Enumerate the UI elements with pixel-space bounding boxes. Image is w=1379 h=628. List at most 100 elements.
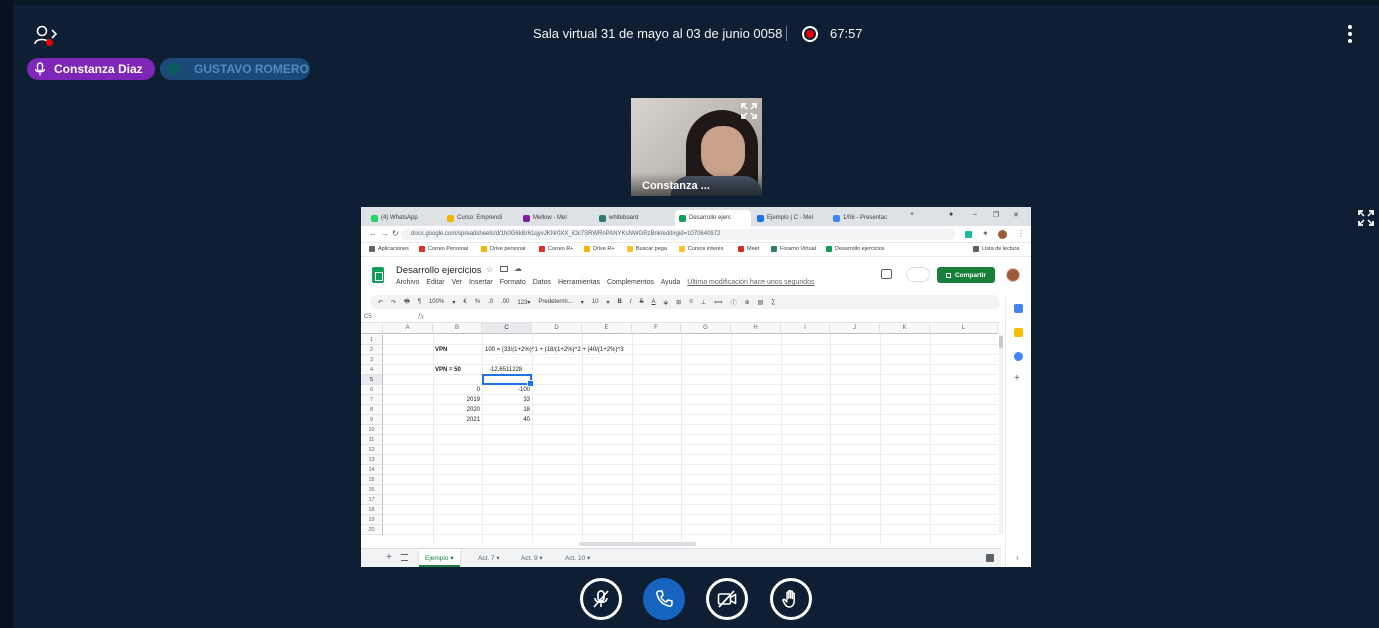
extension-icon[interactable]: [965, 231, 972, 238]
row-header[interactable]: 16: [361, 485, 383, 495]
font-dropdown-icon[interactable]: ▾: [581, 299, 584, 306]
sheet-tab-act7[interactable]: Act. 7 ▾: [478, 554, 500, 562]
row-header[interactable]: 17: [361, 495, 383, 505]
column-header[interactable]: G: [681, 323, 731, 334]
screenshare-view[interactable]: (4) WhatsApp Curso: Emprendi Mellow - Me…: [361, 207, 1031, 567]
row-header[interactable]: 6: [361, 385, 383, 395]
forward-icon[interactable]: →: [381, 229, 389, 238]
fill-color-icon[interactable]: ⬙: [664, 299, 669, 306]
horizontal-scrollbar[interactable]: [579, 542, 696, 546]
bookmark[interactable]: Correo R+: [539, 246, 574, 252]
wrap-icon[interactable]: ⟺: [714, 299, 723, 306]
browser-tab[interactable]: whiteboard: [595, 210, 673, 226]
text-color-button[interactable]: A: [652, 299, 656, 305]
cell-c9[interactable]: 40: [482, 415, 530, 425]
restore-icon[interactable]: ❐: [993, 211, 999, 219]
cell-b7[interactable]: 2019: [433, 395, 480, 405]
users-toggle-button[interactable]: [34, 25, 58, 46]
back-icon[interactable]: ←: [369, 229, 377, 238]
move-icon[interactable]: [500, 266, 508, 272]
column-header[interactable]: A: [383, 323, 433, 334]
zoom-dropdown-icon[interactable]: ▾: [452, 299, 455, 306]
account-avatar[interactable]: [1006, 268, 1020, 282]
browser-tab[interactable]: (4) WhatsApp: [367, 210, 437, 226]
tasks-icon[interactable]: [1014, 352, 1023, 361]
row-header[interactable]: 11: [361, 435, 383, 445]
spreadsheet-grid[interactable]: A B C D E F G H I J K L 1 2 3 4 5 6 7 8 …: [361, 323, 1001, 544]
row-header[interactable]: 20: [361, 525, 383, 535]
row-header[interactable]: 10: [361, 425, 383, 435]
menu-format[interactable]: Formato: [500, 279, 526, 286]
more-formats[interactable]: 123▾: [517, 299, 530, 306]
align-icon[interactable]: ≡: [689, 299, 693, 305]
browser-menu-icon[interactable]: ⋮: [1017, 229, 1025, 238]
font-size-dropdown-icon[interactable]: ▾: [606, 299, 609, 306]
sheet-tab-ejemplo[interactable]: Ejemplo ▾: [419, 549, 460, 567]
row-header[interactable]: 12: [361, 445, 383, 455]
row-header[interactable]: 9: [361, 415, 383, 425]
bookmark[interactable]: Desarrollo ejercicios: [826, 246, 885, 252]
menu-tools[interactable]: Herramientas: [558, 279, 600, 286]
select-all-corner[interactable]: [361, 323, 383, 334]
percent-format[interactable]: %: [475, 299, 480, 305]
row-header[interactable]: 7: [361, 395, 383, 405]
keep-icon[interactable]: [1014, 328, 1023, 337]
insert-link-icon[interactable]: ⊕: [745, 299, 750, 306]
column-header[interactable]: I: [781, 323, 830, 334]
column-header[interactable]: E: [582, 323, 632, 334]
undo-icon[interactable]: ↶: [378, 299, 383, 306]
sheet-tab-act9[interactable]: Act. 9 ▾: [521, 554, 543, 562]
print-icon[interactable]: 🖶: [404, 297, 410, 307]
bookmark-apps[interactable]: Aplicaciones: [369, 246, 409, 252]
unmute-button[interactable]: [580, 578, 622, 620]
bookmark[interactable]: Drive personal: [481, 246, 525, 252]
cell-b6[interactable]: 0: [433, 385, 480, 395]
row-header[interactable]: 18: [361, 505, 383, 515]
currency-format[interactable]: €: [463, 299, 466, 305]
document-title[interactable]: Desarrollo ejercicios: [396, 265, 482, 276]
cell-b9[interactable]: 2021: [433, 415, 480, 425]
cell-b8[interactable]: 2020: [433, 405, 480, 415]
cell-b2[interactable]: VPN: [435, 345, 447, 355]
browser-tab[interactable]: Curso: Emprendi: [443, 210, 513, 226]
share-button[interactable]: Compartir: [937, 267, 995, 283]
share-webcam-button[interactable]: [706, 578, 748, 620]
menu-data[interactable]: Datos: [533, 279, 551, 286]
row-header[interactable]: 8: [361, 405, 383, 415]
column-header[interactable]: D: [532, 323, 582, 334]
column-header[interactable]: H: [731, 323, 781, 334]
bookmark[interactable]: Cursos interés: [679, 246, 723, 252]
vertical-scrollbar[interactable]: [999, 334, 1003, 534]
name-box[interactable]: C5: [364, 314, 372, 320]
column-header[interactable]: C: [482, 323, 532, 334]
row-header[interactable]: 5: [361, 375, 383, 385]
raise-hand-button[interactable]: [770, 578, 812, 620]
rotate-icon[interactable]: ⓘ: [731, 298, 737, 307]
bookmark[interactable]: Buscar pega: [627, 246, 667, 252]
italic-button[interactable]: I: [630, 299, 632, 305]
all-sheets-icon[interactable]: [401, 554, 408, 561]
functions-icon[interactable]: ∑: [771, 299, 775, 305]
join-audio-button[interactable]: [643, 578, 685, 620]
menu-file[interactable]: Archivo: [396, 279, 419, 286]
comment-icon[interactable]: [881, 269, 892, 279]
column-header[interactable]: L: [930, 323, 998, 334]
webcam-video[interactable]: Constanza ...: [631, 98, 762, 196]
row-header[interactable]: 14: [361, 465, 383, 475]
font-select[interactable]: Predetermi...: [538, 299, 572, 305]
cell-c8[interactable]: 18: [482, 405, 530, 415]
explore-icon[interactable]: [986, 554, 994, 562]
menu-view[interactable]: Ver: [452, 279, 463, 286]
menu-help[interactable]: Ayuda: [661, 279, 681, 286]
menu-edit[interactable]: Editar: [426, 279, 444, 286]
selected-cell[interactable]: [482, 374, 534, 387]
fullscreen-icon[interactable]: [740, 102, 758, 120]
close-icon[interactable]: ✕: [1013, 211, 1019, 219]
row-header[interactable]: 15: [361, 475, 383, 485]
menu-addons[interactable]: Complementos: [607, 279, 654, 286]
talking-indicator-gustavo[interactable]: GUSTAVO ROMERO: [160, 58, 310, 80]
bookmark[interactable]: Correo Personal: [419, 246, 468, 252]
font-size-select[interactable]: 10: [592, 299, 599, 305]
increase-decimal[interactable]: .00: [501, 299, 509, 305]
row-header[interactable]: 3: [361, 355, 383, 365]
